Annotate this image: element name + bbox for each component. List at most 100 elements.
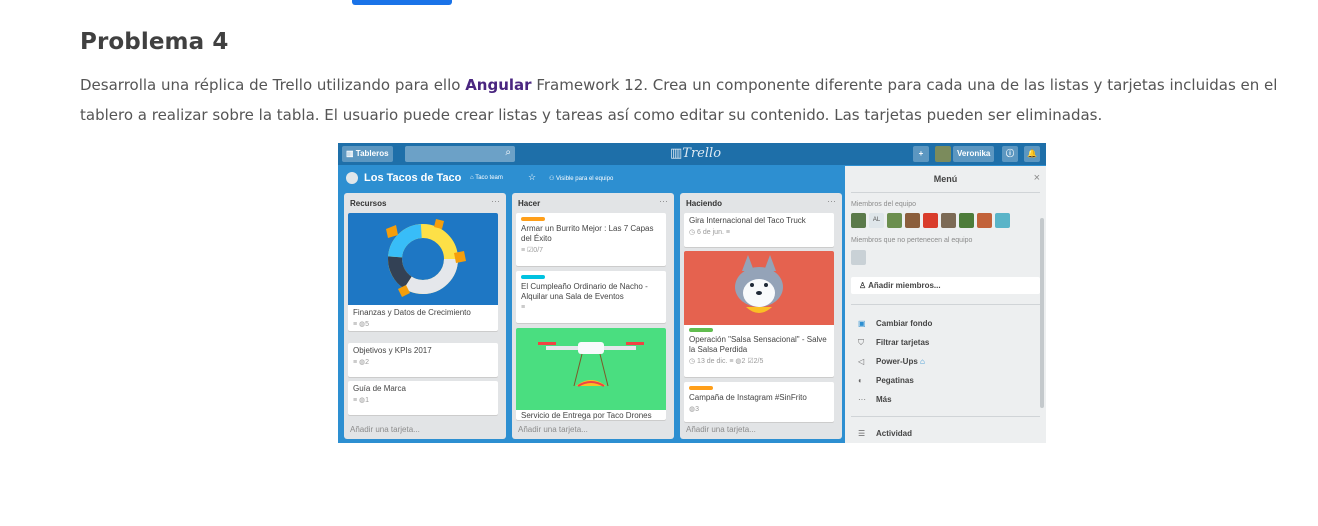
close-icon[interactable]: ×: [1034, 172, 1040, 184]
avatar[interactable]: [935, 146, 951, 162]
card-text: El Cumpleaño Ordinario de Nacho - Alquil…: [521, 282, 648, 301]
top-blue-strip: [352, 0, 452, 5]
visibility-label: Visible para el equipo: [556, 176, 614, 182]
menu-item-pegatinas[interactable]: ◐ Pegatinas: [858, 376, 914, 385]
team-members-label: Miembros del equipo: [851, 201, 916, 208]
avatar[interactable]: [851, 213, 866, 228]
trello-logo: ▥Trello: [670, 146, 721, 161]
card-meta: ◷ 6 de jun. ≡: [689, 229, 730, 236]
avatar[interactable]: [941, 213, 956, 228]
search-icon: ⌕: [505, 147, 511, 158]
description-text: Desarrolla una réplica de Trello utiliza…: [80, 76, 466, 94]
list-title[interactable]: Recursos: [350, 199, 386, 208]
card-meta: ≡ ◍2: [353, 359, 370, 366]
add-card-link[interactable]: Añadir una tarjeta...: [518, 425, 588, 434]
trello-logo-icon: ▥: [670, 146, 683, 161]
info-icon[interactable]: ⓘ: [1002, 146, 1018, 162]
card-text: Armar un Burrito Mejor : Las 7 Capas del…: [521, 224, 654, 243]
menu-title: Menú: [933, 174, 958, 184]
power-ups-icon: ◁: [858, 357, 865, 366]
card-meta: ≡ ◍1: [353, 397, 370, 404]
team-link[interactable]: ⌂ Taco team: [470, 175, 503, 181]
boards-button[interactable]: ▥ Tableros: [342, 146, 393, 162]
avatar[interactable]: [977, 213, 992, 228]
menu-item-label: Más: [876, 395, 892, 404]
avatar[interactable]: [887, 213, 902, 228]
add-card-link[interactable]: Añadir una tarjeta...: [350, 425, 420, 434]
search-input[interactable]: ⌕: [405, 146, 515, 162]
avatar[interactable]: [923, 213, 938, 228]
non-team-members-label: Miembros que no pertenecen al equipo: [851, 237, 973, 244]
card-finanzas[interactable]: Finanzas y Datos de Crecimiento ≡ ◍5: [348, 213, 498, 331]
bell-icon[interactable]: 🔔: [1024, 146, 1040, 162]
list-menu-icon[interactable]: ···: [659, 196, 668, 206]
team-name: Taco team: [475, 175, 503, 181]
board-title[interactable]: Los Tacos de Taco: [364, 172, 461, 184]
card-meta: ≡ ◍5: [353, 321, 370, 328]
menu-item-cambiar-fondo[interactable]: ▣ Cambiar fondo: [858, 319, 932, 328]
card-objetivos[interactable]: Objetivos y KPIs 2017 ≡ ◍2: [348, 343, 498, 377]
card-text: Campaña de Instagram #SinFrito: [689, 393, 807, 402]
card-text: Guía de Marca: [353, 384, 406, 393]
card-meta: ≡ ☑0/7: [521, 247, 544, 254]
card-cover-image: [516, 328, 666, 410]
visibility-link[interactable]: ⚇ Visible para el equipo: [549, 175, 613, 182]
menu-item-power-ups[interactable]: ◁ Power-Ups ⌂: [858, 357, 925, 366]
visibility-icon: ⚇: [549, 176, 557, 182]
list-menu-icon[interactable]: ···: [491, 196, 500, 206]
card-meta: ≡: [521, 304, 526, 311]
menu-item-label: Power-Ups: [876, 357, 918, 366]
card-drones[interactable]: Servicio de Entrega por Taco Drones: [516, 328, 666, 420]
stickers-icon: ◐: [858, 376, 863, 385]
divider: [851, 304, 1040, 305]
card-campana-instagram[interactable]: Campaña de Instagram #SinFrito ◍3: [684, 382, 834, 422]
menu-item-mas[interactable]: ··· Más: [858, 395, 892, 404]
list-recursos: Recursos ··· Finanzas y Datos de Crecimi…: [344, 193, 506, 439]
card-meta: ◷ 13 de dic. ≡ ◍2 ☑2/5: [689, 358, 764, 365]
add-members-label: Añadir miembros...: [868, 281, 941, 290]
trello-logo-text: Trello: [682, 146, 722, 161]
trello-topbar: ▥ Tableros ⌕ ▥Trello + Veronika ⓘ 🔔: [338, 143, 1046, 165]
card-cumpleano[interactable]: El Cumpleaño Ordinario de Nacho - Alquil…: [516, 271, 666, 323]
menu-item-actividad[interactable]: ☰ Actividad: [858, 429, 912, 438]
list-title[interactable]: Hacer: [518, 199, 540, 208]
menu-item-label: Filtrar tarjetas: [876, 338, 930, 347]
list-title[interactable]: Haciendo: [686, 199, 722, 208]
avatar[interactable]: AL: [869, 213, 884, 228]
card-operacion-salsa[interactable]: Operación "Salsa Sensacional" - Salve la…: [684, 251, 834, 377]
avatar[interactable]: [959, 213, 974, 228]
husky-illustration: [735, 255, 783, 313]
divider: [851, 416, 1040, 417]
trello-board-icon: ▥: [346, 149, 356, 158]
more-icon: ···: [858, 395, 866, 404]
card-text: Servicio de Entrega por Taco Drones: [521, 411, 652, 420]
avatar[interactable]: [905, 213, 920, 228]
board-menu-panel: Menú × Miembros del equipo AL Miembros q…: [845, 166, 1046, 443]
plus-icon[interactable]: +: [913, 146, 929, 162]
list-haciendo: Haciendo ··· Gira Internacional del Taco…: [680, 193, 842, 439]
user-button[interactable]: Veronika: [953, 146, 995, 162]
avatar[interactable]: [995, 213, 1010, 228]
card-gira[interactable]: Gira Internacional del Taco Truck ◷ 6 de…: [684, 213, 834, 247]
card-cover-image: [348, 213, 498, 305]
card-text: Objetivos y KPIs 2017: [353, 346, 432, 355]
scrollbar[interactable]: [1040, 218, 1044, 408]
page-title: Problema 4: [80, 29, 229, 55]
list-menu-icon[interactable]: ···: [827, 196, 836, 206]
activity-icon: ☰: [858, 429, 866, 438]
menu-item-label: Cambiar fondo: [876, 319, 933, 328]
menu-item-label: Actividad: [876, 429, 913, 438]
star-icon[interactable]: ☆: [528, 172, 536, 183]
add-members-button[interactable]: ♙ Añadir miembros...: [851, 277, 1040, 294]
avatar[interactable]: [851, 250, 866, 265]
card-text: Operación "Salsa Sensacional" - Salve la…: [689, 335, 827, 354]
angular-highlight: Angular: [465, 76, 532, 94]
card-burrito[interactable]: Armar un Burrito Mejor : Las 7 Capas del…: [516, 213, 666, 266]
problem-description: Desarrolla una réplica de Trello utiliza…: [80, 70, 1290, 130]
taco-mascot-icon: [346, 172, 358, 184]
card-text: Gira Internacional del Taco Truck: [689, 216, 806, 225]
person-icon: ♙: [859, 281, 869, 290]
add-card-link[interactable]: Añadir una tarjeta...: [686, 425, 756, 434]
menu-item-filtrar-tarjetas[interactable]: ⛉ Filtrar tarjetas: [858, 338, 929, 348]
card-guia-marca[interactable]: Guía de Marca ≡ ◍1: [348, 381, 498, 415]
